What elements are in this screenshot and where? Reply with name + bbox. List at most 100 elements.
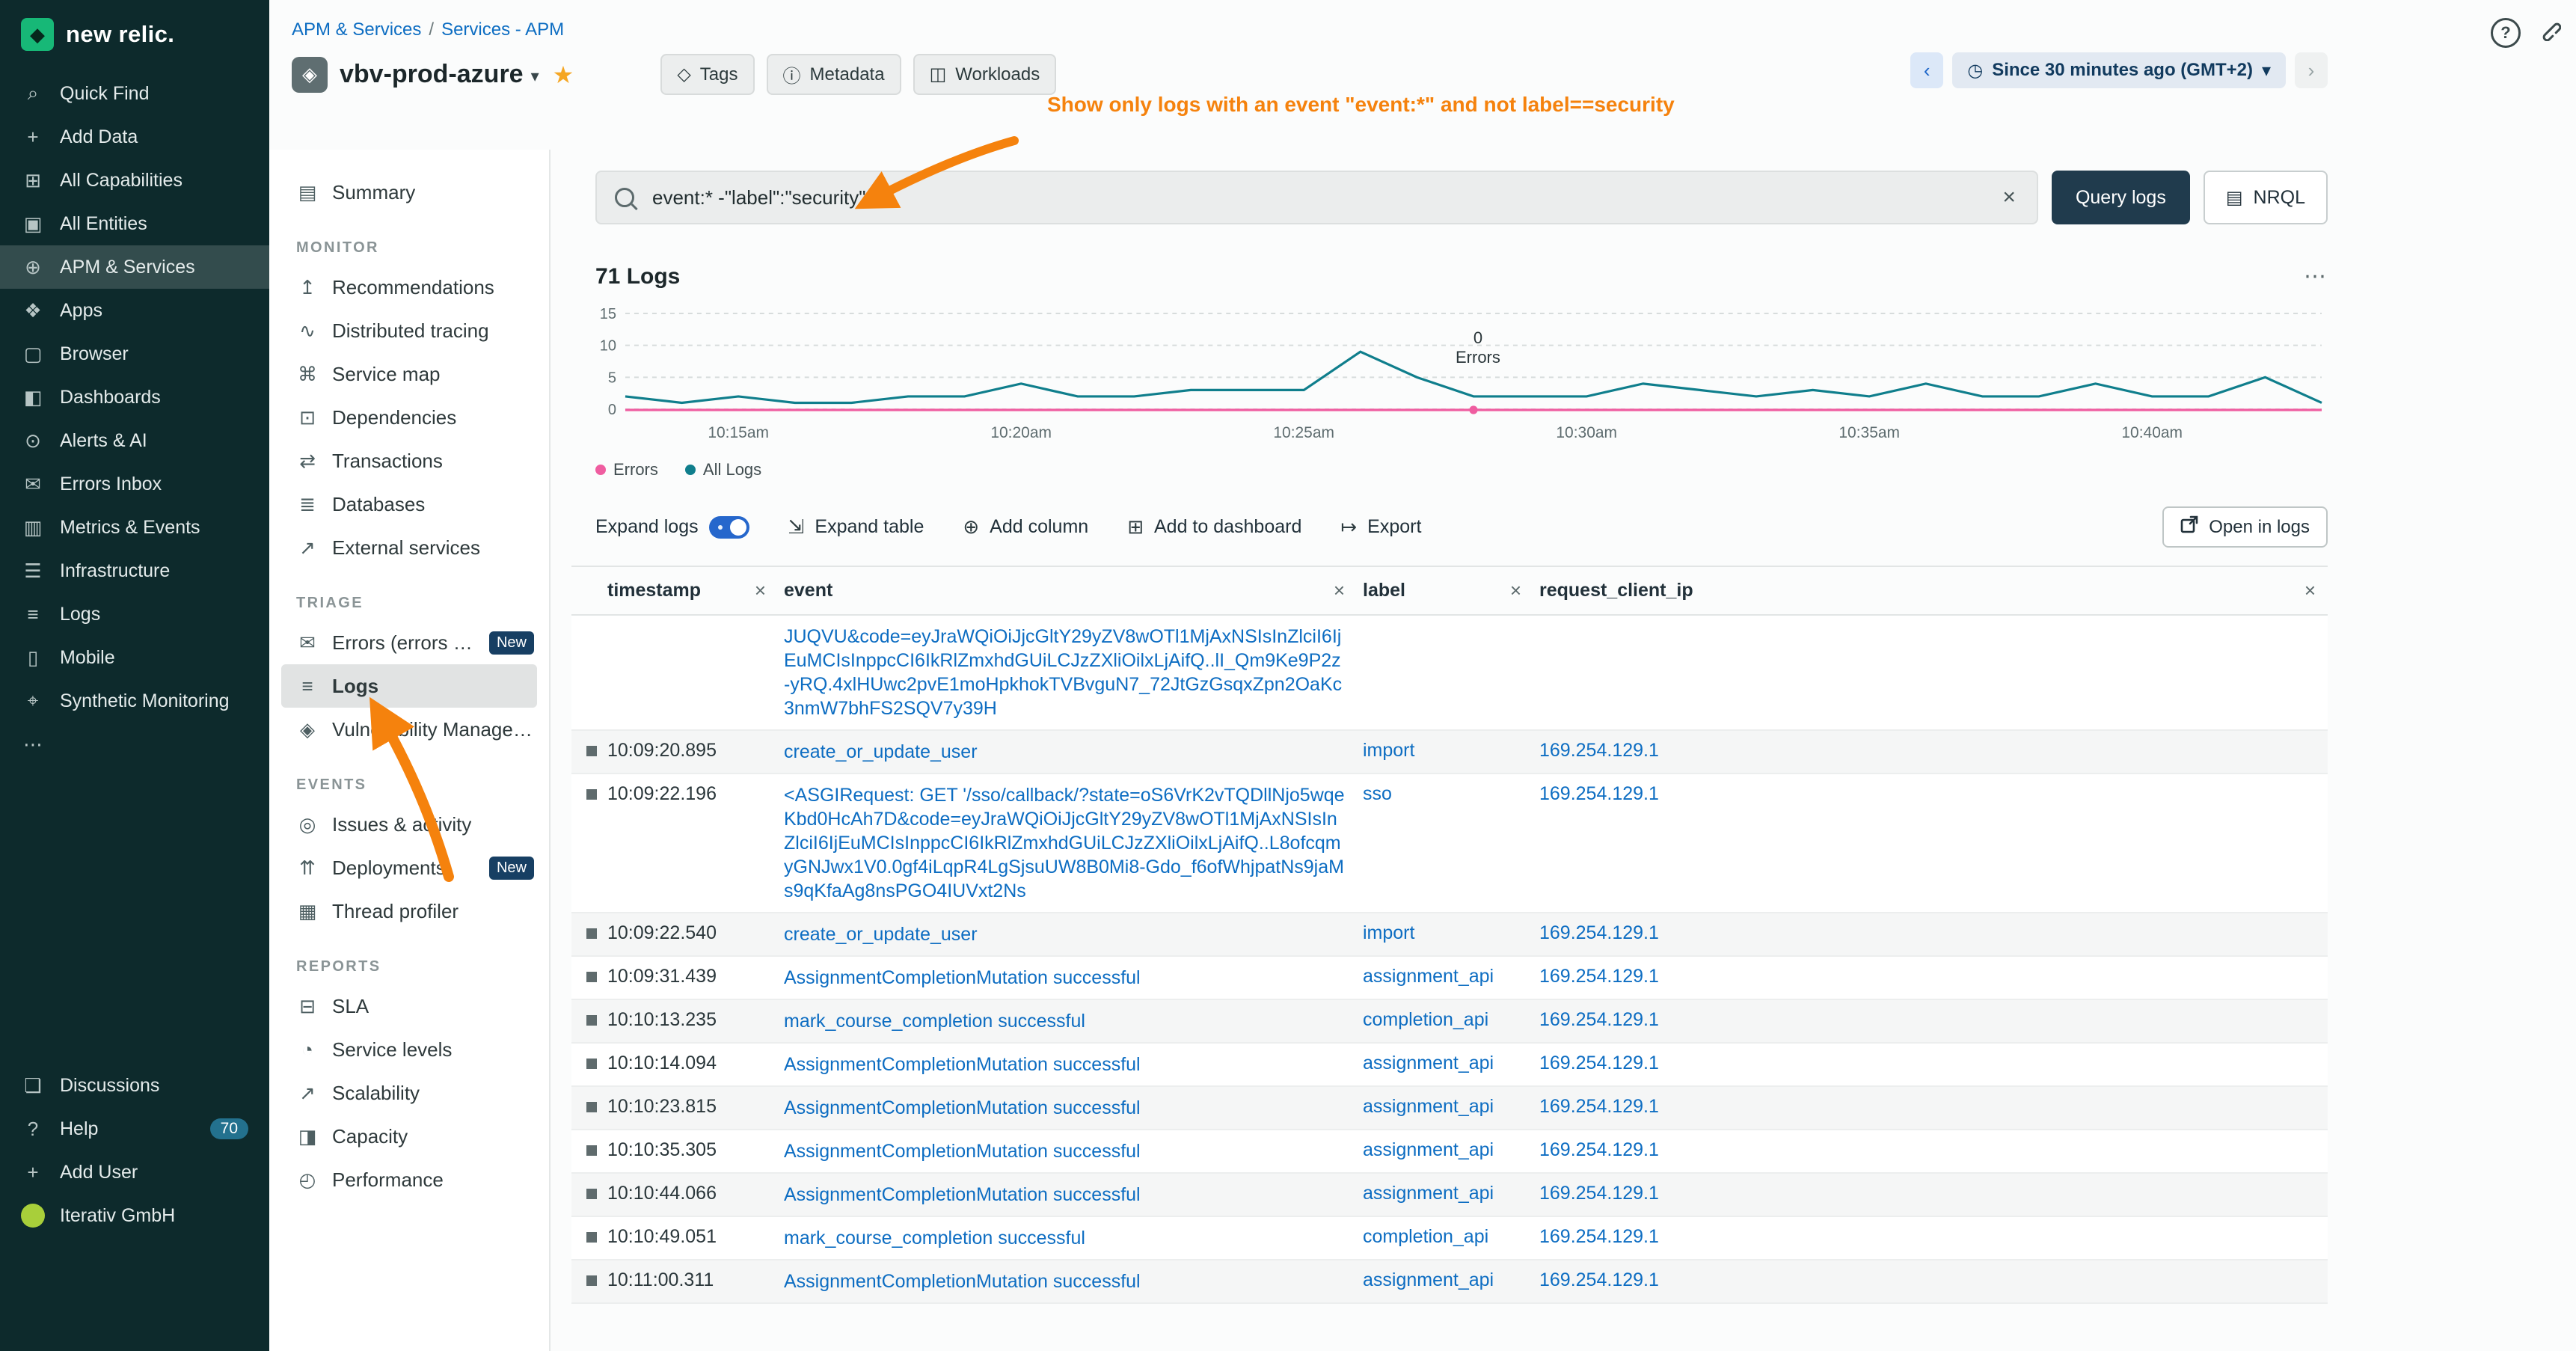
nav-item-apps[interactable]: ❖Apps: [0, 289, 269, 332]
export-button[interactable]: ↦ Export: [1340, 515, 1421, 539]
remove-label-column-icon[interactable]: ×: [1507, 579, 1524, 602]
event-column-header[interactable]: event×: [778, 566, 1357, 615]
nav-item-add-data[interactable]: +Add Data: [0, 115, 269, 159]
cell-request-client-ip-link[interactable]: 169.254.129.1: [1539, 1009, 1659, 1030]
sidebar-item-transactions[interactable]: ⇄Transactions: [269, 439, 549, 482]
sidebar-item-issues-activity[interactable]: ◎Issues & activity: [269, 803, 549, 846]
cell-request-client-ip-link[interactable]: 169.254.129.1: [1539, 1053, 1659, 1073]
table-row[interactable]: 10:09:31.439AssignmentCompletionMutation…: [571, 956, 2328, 999]
open-in-logs-button[interactable]: Open in logs: [2162, 506, 2328, 548]
cell-event-link[interactable]: AssignmentCompletionMutation successful: [784, 1097, 1141, 1118]
table-row[interactable]: 10:11:00.311AssignmentCompletionMutation…: [571, 1260, 2328, 1303]
row-select-checkbox[interactable]: [586, 928, 597, 939]
sidebar-item-capacity[interactable]: ◨Capacity: [269, 1115, 549, 1158]
remove-timestamp-column-icon[interactable]: ×: [752, 579, 769, 602]
nav-item-metrics-events[interactable]: ▥Metrics & Events: [0, 506, 269, 549]
sidebar-item-sla[interactable]: ⊟SLA: [269, 984, 549, 1028]
nav-item-discussions[interactable]: ❏Discussions: [0, 1064, 269, 1107]
remove-event-column-icon[interactable]: ×: [1331, 579, 1348, 602]
cell-event-link[interactable]: create_or_update_user: [784, 924, 978, 945]
row-select-checkbox[interactable]: [586, 972, 597, 982]
cell-event-link[interactable]: JUQVU&code=eyJraWQiOiJjcGltY29yZV8wOTl1M…: [784, 626, 1342, 719]
table-row[interactable]: 10:10:44.066AssignmentCompletionMutation…: [571, 1173, 2328, 1216]
logs-timeseries-chart[interactable]: 05101510:15am10:20am10:25am10:30am10:35a…: [595, 301, 2328, 445]
sidebar-item-performance[interactable]: ◴Performance: [269, 1158, 549, 1201]
sidebar-item-distributed-tracing[interactable]: ∿Distributed tracing: [269, 309, 549, 352]
sidebar-item-logs[interactable]: ≡Logs: [281, 664, 537, 708]
sidebar-item-service-map[interactable]: ⌘Service map: [269, 352, 549, 396]
timestamp-column-header[interactable]: timestamp×: [601, 566, 778, 615]
add-to-dashboard-button[interactable]: ⊞ Add to dashboard: [1127, 515, 1301, 539]
sidebar-item-external-services[interactable]: ↗External services: [269, 526, 549, 569]
cell-label-link[interactable]: assignment_api: [1363, 966, 1494, 987]
metadata-button[interactable]: ⓘ Metadata: [767, 54, 901, 95]
label-column-header[interactable]: label×: [1357, 566, 1533, 615]
brand[interactable]: ◆ new relic.: [0, 0, 269, 72]
cell-request-client-ip-link[interactable]: 169.254.129.1: [1539, 1226, 1659, 1247]
legend-all-logs[interactable]: All Logs: [685, 460, 761, 480]
table-row[interactable]: 10:10:49.051mark_course_completion succe…: [571, 1216, 2328, 1260]
cell-label-link[interactable]: import: [1363, 740, 1414, 761]
row-select-checkbox[interactable]: [586, 1232, 597, 1243]
cell-event-link[interactable]: AssignmentCompletionMutation successful: [784, 1054, 1141, 1075]
table-row[interactable]: 10:10:14.094AssignmentCompletionMutation…: [571, 1043, 2328, 1086]
sidebar-item-summary[interactable]: ▤Summary: [269, 171, 549, 214]
sidebar-item-recommendations[interactable]: ↥Recommendations: [269, 266, 549, 309]
row-select-checkbox[interactable]: [586, 1189, 597, 1199]
cell-event-link[interactable]: AssignmentCompletionMutation successful: [784, 1184, 1141, 1205]
sidebar-item-vulnerability-management[interactable]: ◈Vulnerability Management: [269, 708, 549, 751]
time-back-button[interactable]: ‹: [1910, 52, 1943, 88]
row-select-checkbox[interactable]: [586, 1015, 597, 1026]
nav-item-add-user[interactable]: +Add User: [0, 1151, 269, 1194]
nav-item-more[interactable]: ⋯: [0, 723, 269, 766]
cell-label-link[interactable]: completion_api: [1363, 1009, 1488, 1030]
cell-request-client-ip-link[interactable]: 169.254.129.1: [1539, 1096, 1659, 1117]
nav-item-all-capabilities[interactable]: ⊞All Capabilities: [0, 159, 269, 202]
nav-item-dashboards[interactable]: ◧Dashboards: [0, 376, 269, 419]
cell-label-link[interactable]: assignment_api: [1363, 1096, 1494, 1117]
permalink-icon[interactable]: [2539, 19, 2561, 47]
cell-label-link[interactable]: assignment_api: [1363, 1139, 1494, 1160]
cell-request-client-ip-link[interactable]: 169.254.129.1: [1539, 922, 1659, 943]
cell-event-link[interactable]: AssignmentCompletionMutation successful: [784, 1141, 1141, 1162]
row-select-checkbox[interactable]: [586, 1102, 597, 1112]
sidebar-item-dependencies[interactable]: ⊡Dependencies: [269, 396, 549, 439]
cell-label-link[interactable]: assignment_api: [1363, 1183, 1494, 1204]
row-select-checkbox[interactable]: [586, 789, 597, 800]
cell-event-link[interactable]: AssignmentCompletionMutation successful: [784, 967, 1141, 988]
cell-label-link[interactable]: assignment_api: [1363, 1053, 1494, 1073]
nav-item-synthetic-monitoring[interactable]: ⌖Synthetic Monitoring: [0, 679, 269, 723]
sidebar-item-scalability[interactable]: ↗Scalability: [269, 1071, 549, 1115]
tags-button[interactable]: ◇ Tags: [660, 54, 754, 95]
request-client-ip-column-header[interactable]: request_client_ip×: [1533, 566, 2328, 615]
nav-item-help[interactable]: ?Help70: [0, 1107, 269, 1151]
help-circle-icon[interactable]: ?: [2491, 18, 2521, 48]
nav-item-alerts-ai[interactable]: ⊙Alerts & AI: [0, 419, 269, 462]
cell-request-client-ip-link[interactable]: 169.254.129.1: [1539, 740, 1659, 761]
query-logs-button[interactable]: Query logs: [2052, 171, 2190, 224]
time-range-button[interactable]: ◷ Since 30 minutes ago (GMT+2) ▾: [1952, 52, 2286, 88]
row-select-checkbox[interactable]: [586, 746, 597, 756]
nav-item-mobile[interactable]: ▯Mobile: [0, 636, 269, 679]
cell-event-link[interactable]: AssignmentCompletionMutation successful: [784, 1271, 1141, 1292]
entity-switcher-chevron-icon[interactable]: ▾: [531, 67, 539, 86]
cell-request-client-ip-link[interactable]: 169.254.129.1: [1539, 1269, 1659, 1290]
sidebar-item-deployments[interactable]: ⇈DeploymentsNew: [269, 846, 549, 889]
cell-event-link[interactable]: <ASGIRequest: GET '/sso/callback/?state=…: [784, 785, 1345, 901]
breadcrumb-services-apm[interactable]: Services - APM: [441, 19, 564, 40]
row-select-checkbox[interactable]: [586, 1275, 597, 1286]
favorite-star-icon[interactable]: ★: [553, 61, 574, 89]
expand-table-button[interactable]: ⇲ Expand table: [788, 515, 924, 539]
cell-event-link[interactable]: mark_course_completion successful: [784, 1228, 1085, 1249]
row-select-checkbox[interactable]: [586, 1145, 597, 1156]
nav-item-errors-inbox[interactable]: ✉Errors Inbox: [0, 462, 269, 506]
table-row[interactable]: 10:09:22.196<ASGIRequest: GET '/sso/call…: [571, 773, 2328, 913]
cell-request-client-ip-link[interactable]: 169.254.129.1: [1539, 1139, 1659, 1160]
log-search-box[interactable]: ×: [595, 171, 2038, 224]
workloads-button[interactable]: ◫ Workloads: [913, 54, 1057, 95]
clear-search-icon[interactable]: ×: [1999, 185, 2019, 210]
table-row[interactable]: JUQVU&code=eyJraWQiOiJjcGltY29yZV8wOTl1M…: [571, 615, 2328, 730]
nav-item-apm-services[interactable]: ⊕APM & Services: [0, 245, 269, 289]
nav-item-infrastructure[interactable]: ☰Infrastructure: [0, 549, 269, 592]
remove-request-client-ip-column-icon[interactable]: ×: [2301, 579, 2319, 602]
